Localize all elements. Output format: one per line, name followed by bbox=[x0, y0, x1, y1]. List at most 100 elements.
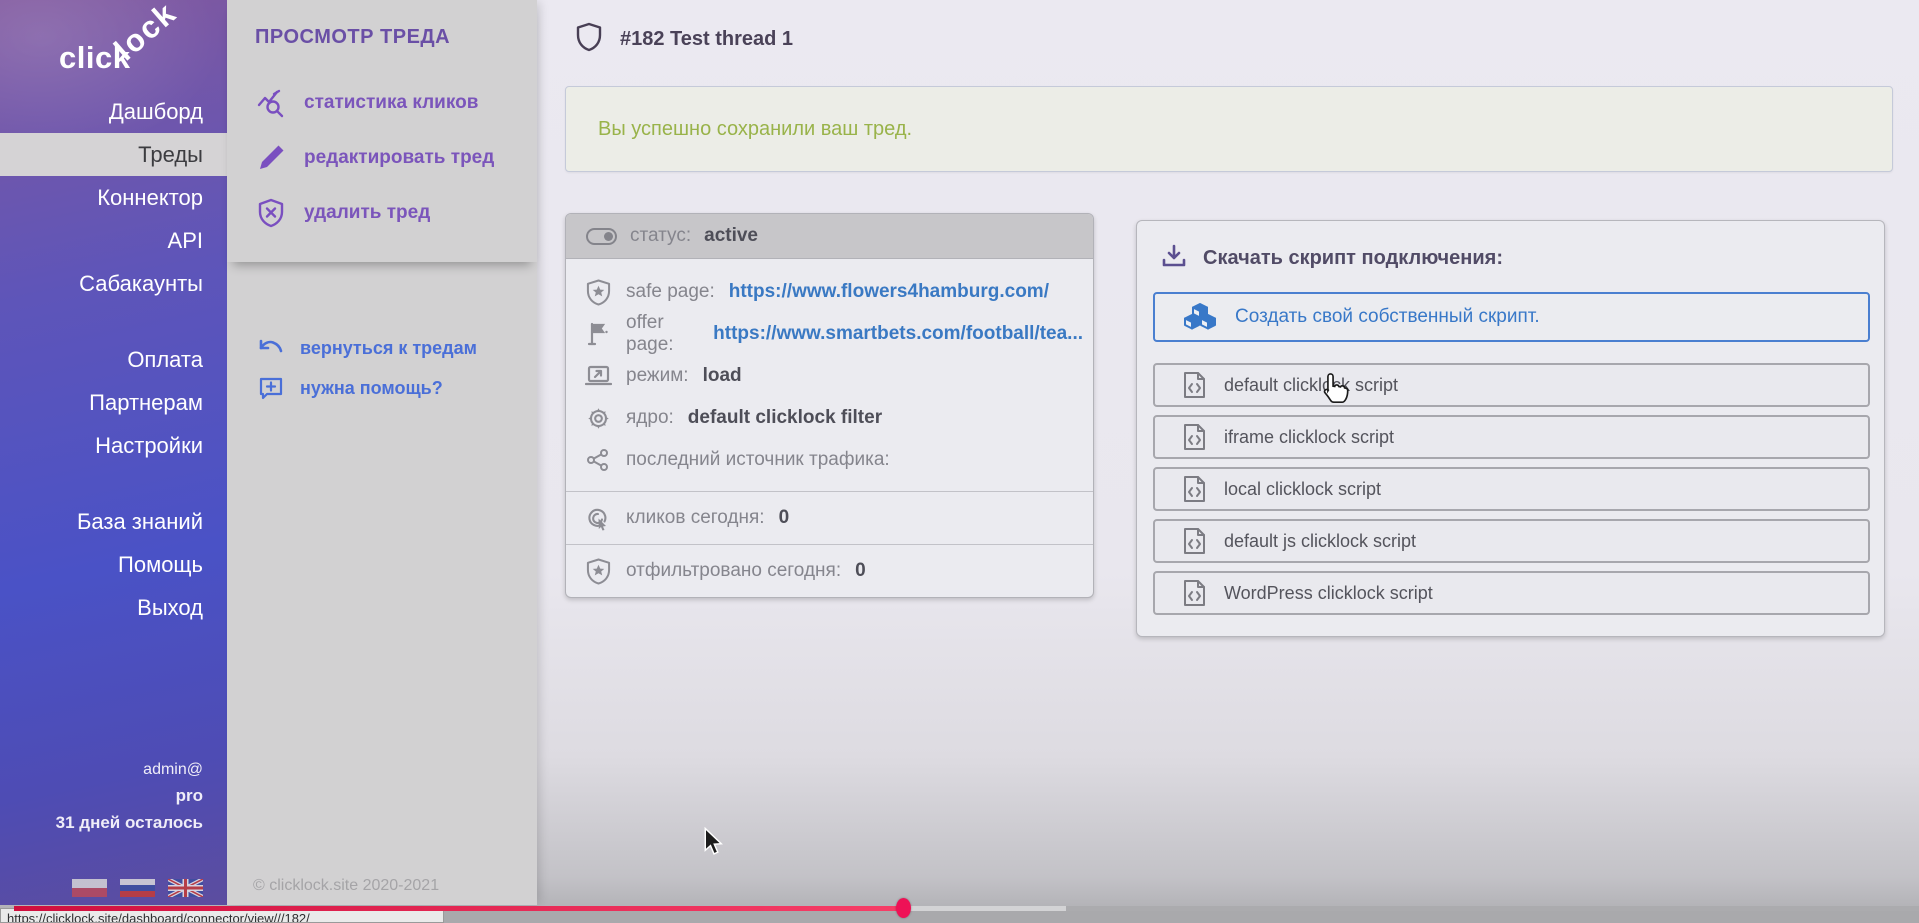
thread-menu-panel: ПРОСМОТР ТРЕДА статистика кликов bbox=[227, 0, 537, 905]
toggle-icon bbox=[586, 228, 617, 245]
sidebar-item-logout[interactable]: Выход bbox=[0, 586, 227, 629]
comment-plus-icon bbox=[257, 376, 285, 400]
create-custom-script-label: Создать свой собственный скрипт. bbox=[1235, 306, 1540, 328]
video-progress-buffer[interactable] bbox=[910, 906, 1066, 911]
default-script-button[interactable]: default clicklock script bbox=[1153, 363, 1870, 407]
filtered-today-value: 0 bbox=[855, 560, 866, 582]
account-info: admin@ pro 31 дней осталось bbox=[56, 761, 203, 833]
last-traffic-source-row: последний источник трафика: bbox=[584, 439, 1083, 481]
sidebar-item-settings[interactable]: Настройки bbox=[0, 424, 227, 467]
shield-star-icon bbox=[584, 558, 612, 585]
safe-page-link[interactable]: https://www.flowers4hamburg.com/ bbox=[729, 281, 1049, 303]
shield-star-icon bbox=[584, 279, 612, 306]
wordpress-script-button[interactable]: WordPress clicklock script bbox=[1153, 571, 1870, 615]
gear-icon bbox=[584, 406, 612, 431]
filtered-today-label: отфильтровано сегодня: bbox=[626, 560, 841, 582]
account-email: admin@ bbox=[56, 761, 203, 779]
flag-icon bbox=[584, 321, 612, 347]
sidebar-item-subaccounts[interactable]: Сабакаунты bbox=[0, 262, 227, 305]
download-card-title: Скачать скрипт подключения: bbox=[1203, 247, 1503, 270]
page-header: #182 Test thread 1 bbox=[576, 22, 793, 57]
status-value: active bbox=[704, 225, 758, 247]
core-value: default clicklock filter bbox=[688, 407, 882, 429]
delete-thread-item[interactable]: удалить тред bbox=[255, 185, 515, 240]
click-icon bbox=[584, 506, 612, 531]
sidebar-item-help[interactable]: Помощь bbox=[0, 543, 227, 586]
mode-label: режим: bbox=[626, 365, 689, 387]
need-help-label: нужна помощь? bbox=[300, 378, 443, 399]
shield-x-icon bbox=[255, 198, 287, 228]
panel-title: ПРОСМОТР ТРЕДА bbox=[255, 26, 515, 49]
success-alert-text: Вы успешно сохранили ваш тред. bbox=[598, 118, 912, 141]
russia-flag-icon[interactable] bbox=[120, 879, 155, 897]
clicks-today-label: кликов сегодня: bbox=[626, 507, 765, 529]
create-custom-script-button[interactable]: Создать свой собственный скрипт. bbox=[1153, 292, 1870, 342]
edit-thread-label: редактировать тред bbox=[304, 147, 494, 169]
need-help-link[interactable]: нужна помощь? bbox=[257, 368, 515, 408]
stats-search-icon bbox=[255, 88, 287, 118]
offer-page-label: offer page: bbox=[626, 312, 699, 356]
edit-thread-item[interactable]: редактировать тред bbox=[255, 130, 515, 185]
shield-icon bbox=[576, 22, 602, 57]
sidebar-item-api[interactable]: API bbox=[0, 219, 227, 262]
wordpress-script-label: WordPress clicklock script bbox=[1224, 583, 1433, 604]
last-traffic-source-label: последний источник трафика: bbox=[626, 449, 890, 471]
arrow-cursor bbox=[703, 827, 725, 859]
cubes-icon bbox=[1183, 302, 1217, 332]
video-progress-handle[interactable] bbox=[896, 898, 911, 918]
clicks-today-value: 0 bbox=[779, 507, 790, 529]
copyright: © clicklock.site 2020-2021 bbox=[253, 877, 439, 895]
safe-page-row: safe page: https://www.flowers4hamburg.c… bbox=[584, 271, 1083, 313]
code-file-icon bbox=[1183, 579, 1206, 607]
uk-flag-icon[interactable] bbox=[168, 879, 203, 897]
download-card-header: Скачать скрипт подключения: bbox=[1153, 239, 1868, 277]
thread-stats-label: статистика кликов bbox=[304, 92, 478, 114]
download-icon bbox=[1161, 243, 1187, 274]
sidebar-item-knowledge-base[interactable]: База знаний bbox=[0, 500, 227, 543]
download-script-card: Скачать скрипт подключения: Создать свой… bbox=[1136, 220, 1885, 637]
local-script-button[interactable]: local clicklock script bbox=[1153, 467, 1870, 511]
back-to-threads-label: вернуться к тредам bbox=[300, 338, 477, 359]
video-progress-bar[interactable] bbox=[14, 906, 903, 911]
poland-flag-icon[interactable] bbox=[72, 879, 107, 897]
undo-icon bbox=[257, 337, 285, 359]
offer-page-row: offer page: https://www.smartbets.com/fo… bbox=[584, 313, 1083, 355]
mode-row: режим: load bbox=[584, 355, 1083, 397]
thread-menu-block: ПРОСМОТР ТРЕДА статистика кликов bbox=[227, 0, 537, 262]
pencil-icon bbox=[255, 143, 287, 173]
success-alert: Вы успешно сохранили ваш тред. bbox=[565, 86, 1893, 172]
mode-value: load bbox=[703, 365, 742, 387]
iframe-script-button[interactable]: iframe clicklock script bbox=[1153, 415, 1870, 459]
page-title: #182 Test thread 1 bbox=[620, 28, 793, 51]
thread-status-card: статус: active safe page: https://www.fl… bbox=[565, 213, 1094, 598]
iframe-script-label: iframe clicklock script bbox=[1224, 427, 1394, 448]
clicks-today-row: кликов сегодня: 0 bbox=[566, 491, 1093, 544]
status-row: статус: active bbox=[566, 214, 1093, 259]
account-days-left: 31 дней осталось bbox=[56, 813, 203, 833]
language-switcher bbox=[72, 879, 203, 897]
default-script-label: default clicklock script bbox=[1224, 375, 1398, 396]
monitor-arrow-icon bbox=[584, 365, 612, 387]
status-label: статус: bbox=[630, 225, 691, 247]
default-js-script-label: default js clicklock script bbox=[1224, 531, 1416, 552]
sidebar: click lock Дашборд Треды Коннектор API С… bbox=[0, 0, 227, 905]
clicklock-logo[interactable]: click lock bbox=[53, 12, 203, 90]
sidebar-item-partners[interactable]: Партнерам bbox=[0, 381, 227, 424]
core-row: ядро: default clicklock filter bbox=[584, 397, 1083, 439]
share-icon bbox=[584, 448, 612, 472]
code-file-icon bbox=[1183, 371, 1206, 399]
code-file-icon bbox=[1183, 423, 1206, 451]
thread-stats-item[interactable]: статистика кликов bbox=[255, 75, 515, 130]
code-file-icon bbox=[1183, 475, 1206, 503]
safe-page-label: safe page: bbox=[626, 281, 715, 303]
local-script-label: local clicklock script bbox=[1224, 479, 1381, 500]
offer-page-link[interactable]: https://www.smartbets.com/football/tea..… bbox=[713, 323, 1083, 345]
default-js-script-button[interactable]: default js clicklock script bbox=[1153, 519, 1870, 563]
sidebar-item-threads[interactable]: Треды bbox=[0, 133, 227, 176]
sidebar-item-payment[interactable]: Оплата bbox=[0, 338, 227, 381]
sidebar-item-connector[interactable]: Коннектор bbox=[0, 176, 227, 219]
back-to-threads-link[interactable]: вернуться к тредам bbox=[257, 328, 515, 368]
video-progress-remaining[interactable] bbox=[1066, 906, 1919, 911]
sidebar-item-dashboard[interactable]: Дашборд bbox=[0, 90, 227, 133]
code-file-icon bbox=[1183, 527, 1206, 555]
